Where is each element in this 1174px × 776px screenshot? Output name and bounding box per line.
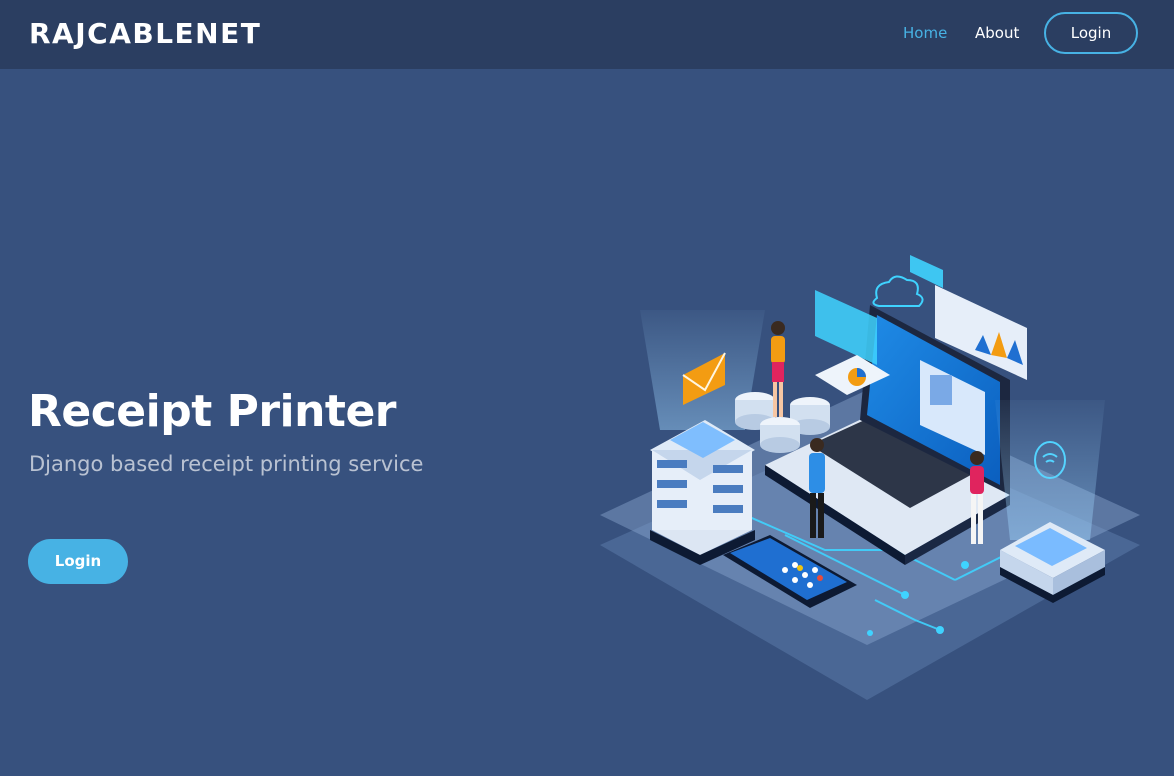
hero-login-button[interactable]: Login (28, 539, 128, 584)
hero-subtitle: Django based receipt printing service (29, 452, 424, 476)
person-woman-standing (771, 321, 785, 417)
nav-link-home[interactable]: Home (903, 24, 947, 42)
server-stack-left (650, 420, 755, 565)
hero-illustration (600, 255, 1140, 700)
floating-panel-cyan (815, 290, 877, 365)
cloud-icon (872, 275, 924, 307)
nav-link-about[interactable]: About (975, 24, 1019, 42)
nav-login-button[interactable]: Login (1044, 12, 1138, 54)
light-beam-right (995, 400, 1105, 540)
hero-title: Receipt Printer (28, 386, 397, 437)
navbar: RAJCABLENET Home About Login (0, 0, 1174, 69)
site-logo[interactable]: RAJCABLENET (29, 17, 261, 50)
